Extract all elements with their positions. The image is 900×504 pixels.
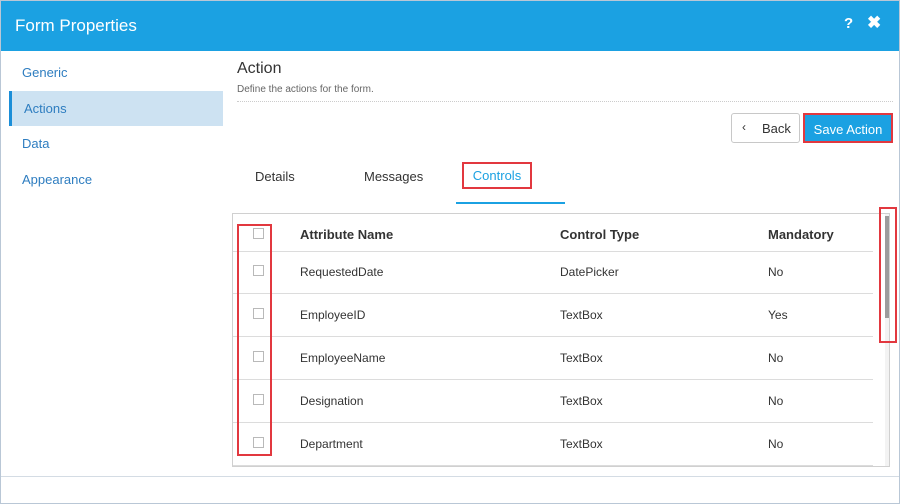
- help-icon[interactable]: ?: [844, 15, 853, 32]
- mandatory-cell: No: [768, 265, 784, 279]
- attribute-name-cell: Department: [300, 437, 363, 451]
- mandatory-cell: Yes: [768, 308, 788, 322]
- close-icon[interactable]: ✖: [867, 13, 881, 33]
- table-row[interactable]: RequestedDate DatePicker No: [233, 251, 873, 294]
- attribute-name-cell: EmployeeID: [300, 308, 366, 322]
- column-header-control-type[interactable]: Control Type: [560, 227, 639, 242]
- sidebar-item-data[interactable]: Data: [9, 126, 223, 161]
- control-type-cell: TextBox: [560, 437, 603, 451]
- page-title: Action: [237, 60, 282, 77]
- page-description: Define the actions for the form.: [237, 84, 374, 95]
- grid-header-row: Attribute Name Control Type Mandatory: [233, 214, 873, 252]
- divider: [237, 101, 893, 102]
- mandatory-cell: No: [768, 394, 784, 408]
- sidebar-item-appearance[interactable]: Appearance: [9, 162, 223, 197]
- chevron-left-icon: ‹: [742, 120, 746, 134]
- mandatory-cell: No: [768, 351, 784, 365]
- back-button[interactable]: ‹ Back: [731, 113, 800, 143]
- table-row[interactable]: EmployeeName TextBox No: [233, 337, 873, 380]
- save-action-button[interactable]: Save Action: [803, 113, 893, 143]
- title-bar: Form Properties ? ✖: [1, 1, 899, 51]
- form-properties-dialog: Form Properties ? ✖ Generic Actions Data…: [0, 0, 900, 504]
- footer-divider: [1, 476, 899, 477]
- sidebar-item-actions[interactable]: Actions: [9, 91, 223, 126]
- main-panel: Action Define the actions for the form. …: [223, 51, 899, 476]
- control-type-cell: TextBox: [560, 308, 603, 322]
- scrollbar-highlight: [879, 207, 897, 343]
- checkbox-column-highlight: [237, 224, 272, 456]
- control-type-cell: TextBox: [560, 394, 603, 408]
- table-row[interactable]: EmployeeID TextBox Yes: [233, 294, 873, 337]
- sidebar-item-generic[interactable]: Generic: [9, 55, 223, 90]
- back-button-label: Back: [762, 121, 791, 136]
- table-row[interactable]: Designation TextBox No: [233, 380, 873, 423]
- tab-controls[interactable]: Controls: [462, 162, 532, 189]
- control-type-cell: TextBox: [560, 351, 603, 365]
- attribute-name-cell: RequestedDate: [300, 265, 384, 279]
- column-header-mandatory[interactable]: Mandatory: [768, 227, 834, 242]
- table-row[interactable]: Department TextBox No: [233, 423, 873, 466]
- control-type-cell: DatePicker: [560, 265, 619, 279]
- column-header-attribute-name[interactable]: Attribute Name: [300, 227, 393, 242]
- tab-messages[interactable]: Messages: [364, 169, 423, 184]
- controls-grid: Attribute Name Control Type Mandatory Re…: [232, 213, 890, 467]
- attribute-name-cell: EmployeeName: [300, 351, 386, 365]
- active-tab-indicator: [456, 202, 565, 204]
- dialog-title: Form Properties: [15, 16, 137, 35]
- attribute-name-cell: Designation: [300, 394, 364, 408]
- sidebar: Generic Actions Data Appearance: [1, 51, 223, 476]
- tab-details[interactable]: Details: [255, 169, 295, 184]
- mandatory-cell: No: [768, 437, 784, 451]
